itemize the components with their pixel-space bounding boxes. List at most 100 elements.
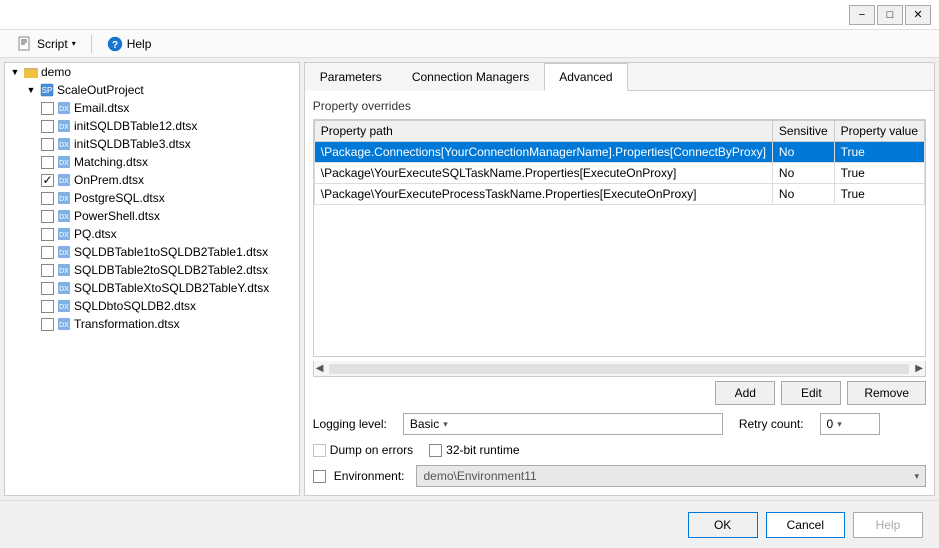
- ok-button[interactable]: OK: [688, 512, 758, 538]
- dump-label: Dump on errors: [330, 443, 413, 457]
- dtsx-icon-transform: DX: [56, 316, 72, 332]
- checkbox-email[interactable]: [41, 102, 54, 115]
- dump-checkbox-label[interactable]: Dump on errors: [313, 443, 413, 457]
- checkbox-sqldbtosqldb[interactable]: [41, 300, 54, 313]
- script-icon: [17, 36, 33, 52]
- svg-text:DX: DX: [59, 106, 69, 113]
- tree-node-sqldb2to2[interactable]: DX SQLDBTable2toSQLDB2Table2.dtsx: [5, 261, 299, 279]
- tab-content-advanced: Property overrides Property path Sensiti…: [305, 91, 934, 495]
- logging-select[interactable]: Basic ▾: [403, 413, 723, 435]
- tree-node-pq[interactable]: DX PQ.dtsx: [5, 225, 299, 243]
- checkbox-sqldbxtoY[interactable]: [41, 282, 54, 295]
- help-icon: ?: [107, 36, 123, 52]
- env-row: Environment: demo\Environment11 ▾: [313, 465, 926, 487]
- dtsx-icon-sqldb2to2: DX: [56, 262, 72, 278]
- scroll-left-arrow[interactable]: ◀: [314, 363, 326, 374]
- dtsx-icon-email: DX: [56, 100, 72, 116]
- env-select[interactable]: demo\Environment11 ▾: [416, 465, 926, 487]
- action-buttons: Add Edit Remove: [313, 381, 926, 405]
- tree-node-sqldbtosqldb[interactable]: DX SQLDbtoSQLDB2.dtsx: [5, 297, 299, 315]
- script-menu[interactable]: Script ▾: [8, 33, 85, 55]
- row1-value: True: [834, 142, 924, 163]
- row2-sensitive: No: [772, 163, 834, 184]
- runtime-checkbox-label[interactable]: 32-bit runtime: [429, 443, 519, 457]
- remove-button[interactable]: Remove: [847, 381, 926, 405]
- help-label: Help: [127, 37, 152, 51]
- edit-button[interactable]: Edit: [781, 381, 841, 405]
- env-dropdown-arrow: ▾: [914, 471, 919, 482]
- folder-icon-root: [23, 64, 39, 80]
- tree-node-onprem[interactable]: ✓ DX OnPrem.dtsx: [5, 171, 299, 189]
- tree-node-email[interactable]: DX Email.dtsx: [5, 99, 299, 117]
- maximize-button[interactable]: □: [877, 5, 903, 25]
- retry-select[interactable]: 0 ▾: [820, 413, 880, 435]
- help-footer-button[interactable]: Help: [853, 512, 923, 538]
- checkbox-init12[interactable]: [41, 120, 54, 133]
- checkbox-transform[interactable]: [41, 318, 54, 331]
- logging-dropdown-arrow: ▾: [443, 419, 448, 430]
- dtsx-icon-init12: DX: [56, 118, 72, 134]
- col-header-path: Property path: [314, 121, 772, 142]
- tree-label-powershell: PowerShell.dtsx: [74, 209, 299, 223]
- expander-root[interactable]: ▼: [7, 64, 23, 80]
- tab-parameters[interactable]: Parameters: [305, 63, 397, 91]
- runtime-checkbox[interactable]: [429, 444, 442, 457]
- tree-node-init3[interactable]: DX initSQLDBTable3.dtsx: [5, 135, 299, 153]
- row1-sensitive: No: [772, 142, 834, 163]
- menu-separator: [91, 35, 92, 53]
- script-label: Script: [37, 37, 68, 51]
- svg-text:DX: DX: [59, 124, 69, 131]
- env-checkbox-label[interactable]: [313, 470, 326, 483]
- checkbox-sqldb1to1[interactable]: [41, 246, 54, 259]
- checkbox-pq[interactable]: [41, 228, 54, 241]
- checkbox-postgres[interactable]: [41, 192, 54, 205]
- retry-label: Retry count:: [739, 417, 804, 431]
- tree-node-postgres[interactable]: DX PostgreSQL.dtsx: [5, 189, 299, 207]
- retry-dropdown-arrow: ▾: [837, 419, 842, 430]
- checkbox-powershell[interactable]: [41, 210, 54, 223]
- tree-node-init12[interactable]: DX initSQLDBTable12.dtsx: [5, 117, 299, 135]
- prop-table-container[interactable]: Property path Sensitive Property value \…: [313, 119, 926, 357]
- close-button[interactable]: ✕: [905, 5, 931, 25]
- table-row[interactable]: \Package\YourExecuteSQLTaskName.Properti…: [314, 163, 924, 184]
- checkbox-init3[interactable]: [41, 138, 54, 151]
- logging-value: Basic: [410, 417, 439, 431]
- dtsx-icon-sqldb1to1: DX: [56, 244, 72, 260]
- row3-value: True: [834, 184, 924, 205]
- logging-retry-row: Logging level: Basic ▾ Retry count: 0 ▾: [313, 413, 926, 435]
- tree-node-transform[interactable]: DX Transformation.dtsx: [5, 315, 299, 333]
- tree-node-sqldb1to1[interactable]: DX SQLDBTable1toSQLDB2Table1.dtsx: [5, 243, 299, 261]
- checkbox-onprem[interactable]: ✓: [41, 174, 54, 187]
- add-button[interactable]: Add: [715, 381, 775, 405]
- tab-connection-managers[interactable]: Connection Managers: [397, 63, 544, 91]
- expander-scaleout[interactable]: ▼: [23, 82, 39, 98]
- help-menu[interactable]: ? Help: [98, 33, 161, 55]
- checkbox-matching[interactable]: [41, 156, 54, 169]
- h-scroll-track[interactable]: [329, 364, 909, 374]
- dtsx-icon-matching: DX: [56, 154, 72, 170]
- minimize-button[interactable]: −: [849, 5, 875, 25]
- tree-label-init3: initSQLDBTable3.dtsx: [74, 137, 299, 151]
- h-scroll-area[interactable]: ◀ ▶: [313, 361, 926, 377]
- tree-node-sqldbxtoY[interactable]: DX SQLDBTableXtoSQLDB2TableY.dtsx: [5, 279, 299, 297]
- env-checkbox[interactable]: [313, 470, 326, 483]
- tree-panel[interactable]: ▼ demo ▼ SP ScaleOutProject: [4, 62, 300, 496]
- tab-advanced[interactable]: Advanced: [544, 63, 627, 91]
- table-row[interactable]: \Package.Connections[YourConnectionManag…: [314, 142, 924, 163]
- row2-value: True: [834, 163, 924, 184]
- table-row[interactable]: \Package\YourExecuteProcessTaskName.Prop…: [314, 184, 924, 205]
- tree-label-sqldb1to1: SQLDBTable1toSQLDB2Table1.dtsx: [74, 245, 299, 259]
- tree-node-scaleout[interactable]: ▼ SP ScaleOutProject: [5, 81, 299, 99]
- checkbox-sqldb2to2[interactable]: [41, 264, 54, 277]
- tree-node-powershell[interactable]: DX PowerShell.dtsx: [5, 207, 299, 225]
- tree-node-matching[interactable]: DX Matching.dtsx: [5, 153, 299, 171]
- section-label: Property overrides: [313, 99, 926, 113]
- svg-text:DX: DX: [59, 232, 69, 239]
- title-bar-controls: − □ ✕: [849, 5, 931, 25]
- tree-node-root[interactable]: ▼ demo: [5, 63, 299, 81]
- tree-label-onprem: OnPrem.dtsx: [74, 173, 299, 187]
- dump-checkbox[interactable]: [313, 444, 326, 457]
- cancel-button[interactable]: Cancel: [766, 512, 845, 538]
- tree-label-init12: initSQLDBTable12.dtsx: [74, 119, 299, 133]
- scroll-right-arrow[interactable]: ▶: [913, 363, 925, 374]
